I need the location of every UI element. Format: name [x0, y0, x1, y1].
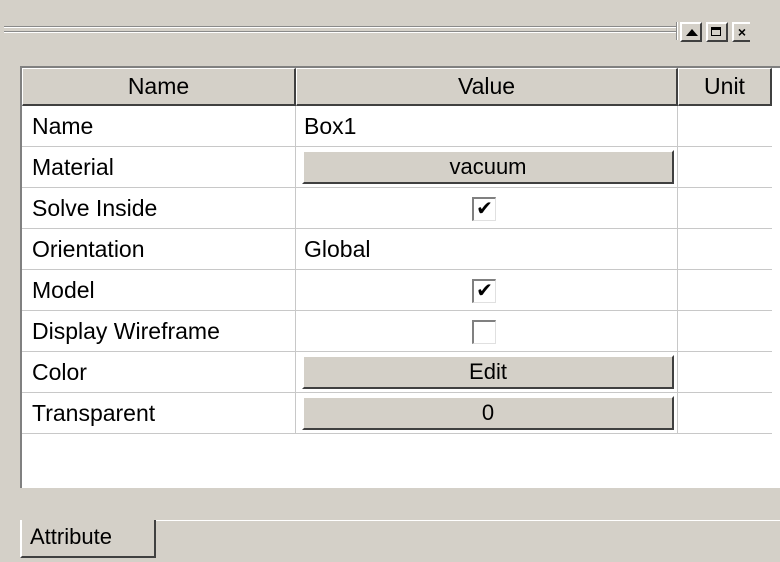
unit-cell	[678, 352, 772, 392]
column-header-unit[interactable]: Unit	[678, 68, 772, 106]
property-grid: Name Value Unit Name Box1 Material vacuu…	[20, 66, 780, 488]
color-edit-button[interactable]: Edit	[302, 355, 674, 389]
property-row-solve-inside: Solve Inside ✔	[22, 188, 772, 229]
model-checkbox[interactable]: ✔	[472, 279, 496, 303]
property-row-orientation: Orientation Global	[22, 229, 772, 270]
unit-cell	[678, 229, 772, 269]
name-value-text[interactable]: Box1	[304, 106, 356, 146]
column-header-name[interactable]: Name	[22, 68, 296, 106]
property-value-cell: vacuum	[296, 147, 678, 187]
property-label: Model	[22, 270, 296, 310]
property-label: Color	[22, 352, 296, 392]
property-row-display-wireframe: Display Wireframe	[22, 311, 772, 352]
display-wireframe-checkbox[interactable]	[472, 320, 496, 344]
property-value-cell[interactable]: Global	[296, 229, 678, 269]
docking-grip-bar[interactable]: ×	[0, 14, 780, 48]
property-row-color: Color Edit	[22, 352, 772, 393]
property-label: Solve Inside	[22, 188, 296, 228]
property-label: Transparent	[22, 393, 296, 433]
unit-cell	[678, 147, 772, 187]
grip-divider	[676, 22, 678, 40]
close-button[interactable]: ×	[732, 22, 750, 42]
unit-cell	[678, 106, 772, 146]
transparent-button[interactable]: 0	[302, 396, 674, 430]
property-value-cell: Edit	[296, 352, 678, 392]
property-row-transparent: Transparent 0	[22, 393, 772, 434]
column-header-value[interactable]: Value	[296, 68, 678, 106]
property-value-cell	[296, 311, 678, 351]
property-row-name: Name Box1	[22, 106, 772, 147]
maximize-button[interactable]	[706, 22, 728, 42]
orientation-value-text[interactable]: Global	[304, 229, 370, 269]
property-value-cell: 0	[296, 393, 678, 433]
tab-strip-edge	[156, 520, 780, 521]
unit-cell	[678, 311, 772, 351]
property-row-material: Material vacuum	[22, 147, 772, 188]
property-label: Orientation	[22, 229, 296, 269]
grip-line	[4, 31, 676, 33]
property-value-cell[interactable]: Box1	[296, 106, 678, 146]
property-label: Display Wireframe	[22, 311, 296, 351]
property-row-model: Model ✔	[22, 270, 772, 311]
close-icon: ×	[737, 24, 747, 40]
unit-cell	[678, 188, 772, 228]
unit-cell	[678, 270, 772, 310]
collapse-button[interactable]	[680, 22, 702, 42]
grip-line	[4, 26, 676, 28]
property-label: Name	[22, 106, 296, 146]
maximize-icon	[711, 27, 721, 36]
tab-attribute[interactable]: Attribute	[20, 520, 156, 558]
triangle-up-icon	[686, 29, 698, 36]
properties-panel: × Name Value Unit Name Box1 Material vac…	[0, 0, 780, 562]
material-button[interactable]: vacuum	[302, 150, 674, 184]
unit-cell	[678, 393, 772, 433]
property-value-cell: ✔	[296, 270, 678, 310]
solve-inside-checkbox[interactable]: ✔	[472, 197, 496, 221]
property-value-cell: ✔	[296, 188, 678, 228]
property-label: Material	[22, 147, 296, 187]
